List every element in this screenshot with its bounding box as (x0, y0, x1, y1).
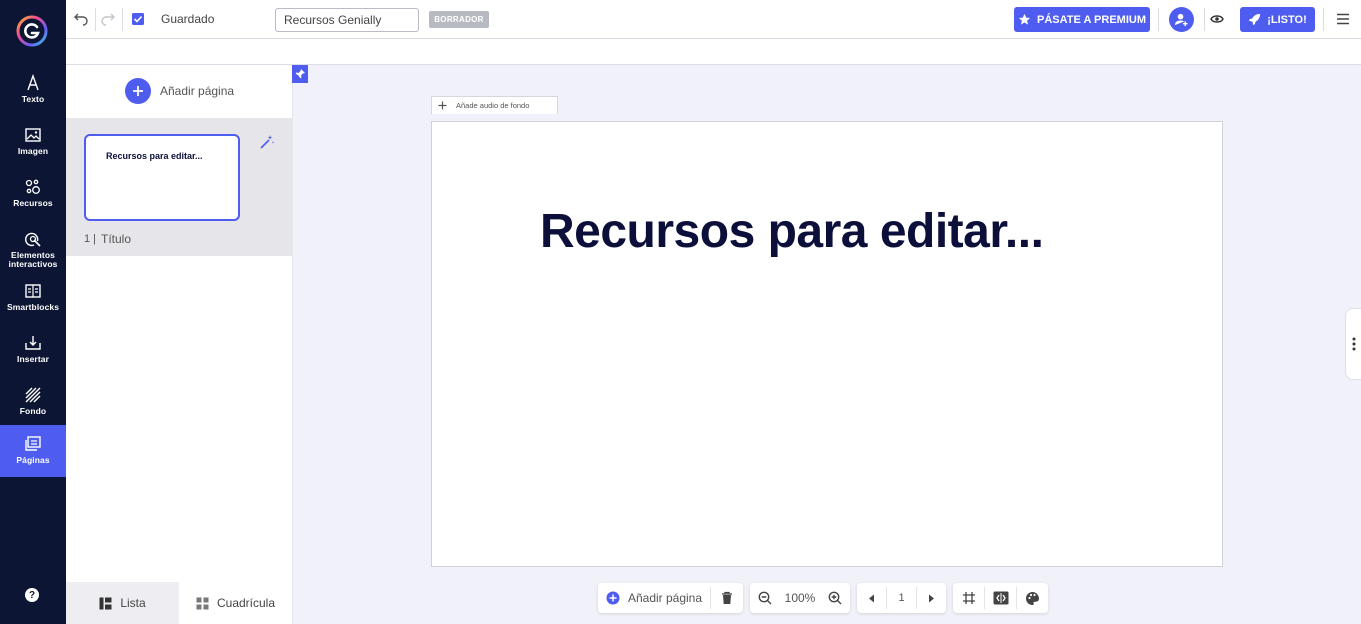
pin-icon[interactable] (292, 65, 308, 83)
sidebar-item-label: Fondo (19, 406, 47, 416)
sidebar-item-label: Texto (21, 94, 45, 104)
genially-logo-icon[interactable] (16, 15, 48, 47)
zoom-in-icon (828, 591, 842, 605)
next-page-button[interactable] (917, 583, 946, 613)
preview-eye-icon[interactable] (1208, 10, 1226, 28)
side-panel-handle[interactable] (1345, 308, 1361, 380)
sidebar-item-label: Insertar (17, 354, 49, 364)
tab-grid-label: Cuadrícula (216, 596, 276, 610)
divider (1158, 8, 1159, 31)
page-navigation: 1 (857, 583, 946, 613)
safe-area-icon (993, 591, 1008, 605)
divider (1204, 8, 1205, 31)
sidebar-item-label: Smartblocks (6, 302, 60, 312)
rocket-icon (1249, 13, 1261, 26)
bottom-add-page-button[interactable]: Añadir página (598, 583, 710, 613)
sidebar-item-label: Elementos interactivos (8, 250, 58, 269)
zoom-out-icon (758, 591, 772, 605)
saved-status: Guardado (161, 12, 215, 26)
add-page-label: Añadir página (160, 84, 235, 98)
zoom-out-button[interactable] (750, 583, 780, 613)
left-rail: Texto Imagen Recursos Elementos interact… (0, 0, 66, 624)
delete-page-button[interactable] (711, 583, 743, 613)
current-page-number[interactable]: 1 (887, 583, 916, 613)
go-premium-button[interactable]: PÁSATE A PREMIUM (1014, 7, 1150, 32)
page-list-item[interactable]: Recursos para editar... 1 | Título (66, 118, 293, 256)
sidebar-item-recursos[interactable]: Recursos (0, 172, 66, 224)
sidebar-item-label: Páginas (16, 455, 50, 465)
more-vertical-icon (1352, 337, 1355, 351)
magic-wand-icon[interactable] (259, 134, 275, 150)
sub-toolbar-strip (66, 39, 1361, 65)
grid-view-icon (196, 597, 209, 609)
divider (1323, 8, 1324, 31)
slide-title[interactable]: Recursos para editar... (540, 204, 1044, 259)
done-button[interactable]: ¡LISTO! (1240, 7, 1315, 32)
sidebar-item-insertar[interactable]: Insertar (0, 328, 66, 380)
list-view-icon (99, 597, 112, 609)
add-background-audio-label: Añade audio de fondo (456, 101, 530, 110)
previous-page-button[interactable] (857, 583, 886, 613)
sidebar-item-label: Imagen (17, 146, 49, 156)
add-page-button[interactable]: Añadir página (125, 78, 234, 104)
view-tabs: Lista Cuadrícula (66, 582, 292, 624)
help-icon[interactable]: ? (25, 588, 39, 602)
text-icon (27, 74, 39, 91)
caret-left-icon (869, 594, 874, 602)
draft-badge: BORRADOR (429, 11, 489, 28)
tab-list[interactable]: Lista (66, 582, 179, 624)
thumbnail-title: Recursos para editar... (106, 151, 203, 161)
plus-icon (125, 78, 151, 104)
undo-icon[interactable] (72, 10, 90, 28)
interactive-elements-icon (25, 232, 41, 247)
page-name: Título (101, 232, 132, 246)
image-icon (25, 128, 41, 142)
sidebar-item-elementos-interactivos[interactable]: Elementos interactivos (0, 224, 66, 276)
bottom-add-page-label: Añadir página (627, 591, 703, 605)
tab-grid[interactable]: Cuadrícula (179, 582, 292, 624)
zoom-controls: 100% (750, 583, 850, 613)
redo-icon[interactable] (99, 10, 117, 28)
sidebar-item-smartblocks[interactable]: Smartblocks (0, 276, 66, 328)
caret-right-icon (929, 594, 934, 602)
done-label: ¡LISTO! (1267, 13, 1307, 26)
palette-icon (1026, 591, 1039, 605)
background-icon (25, 387, 41, 403)
sidebar-item-texto[interactable]: Texto (0, 68, 66, 120)
trash-icon (722, 591, 732, 604)
page-thumbnail[interactable]: Recursos para editar... (84, 134, 240, 221)
plus-circle-icon (606, 591, 620, 605)
divider (122, 8, 123, 31)
tab-list-label: Lista (120, 596, 146, 610)
divider (95, 8, 96, 31)
page-number: 1 | (84, 233, 97, 245)
add-background-audio-button[interactable]: Añade audio de fondo (431, 96, 558, 114)
go-premium-label: PÁSATE A PREMIUM (1037, 13, 1146, 26)
bottom-page-tools: Añadir página (598, 583, 743, 613)
resources-icon (25, 179, 40, 194)
sidebar-item-imagen[interactable]: Imagen (0, 120, 66, 172)
pages-panel: Añadir página Recursos para editar... 1 … (66, 65, 293, 624)
document-title-input[interactable] (275, 8, 419, 32)
zoom-level: 100% (784, 591, 816, 605)
menu-icon[interactable] (1334, 10, 1352, 28)
insert-icon (25, 336, 41, 350)
view-tools (953, 583, 1048, 613)
theme-palette-button[interactable] (1017, 583, 1048, 613)
zoom-in-button[interactable] (820, 583, 850, 613)
frame-grid-icon (962, 592, 975, 604)
top-bar: Guardado BORRADOR PÁSATE A PREMIUM ¡LIST… (66, 0, 1361, 39)
add-collaborator-icon[interactable] (1169, 7, 1194, 32)
sidebar-item-label: Recursos (13, 198, 53, 208)
saved-check-icon (129, 10, 147, 28)
grid-frame-button[interactable] (953, 583, 984, 613)
plus-icon (438, 101, 447, 110)
sidebar-item-paginas[interactable]: Páginas (0, 425, 66, 477)
star-icon (1018, 13, 1031, 25)
safe-area-button[interactable] (985, 583, 1016, 613)
slide-canvas[interactable]: Recursos para editar... (431, 121, 1223, 567)
pages-icon (25, 436, 41, 451)
smartblocks-icon (25, 284, 41, 298)
